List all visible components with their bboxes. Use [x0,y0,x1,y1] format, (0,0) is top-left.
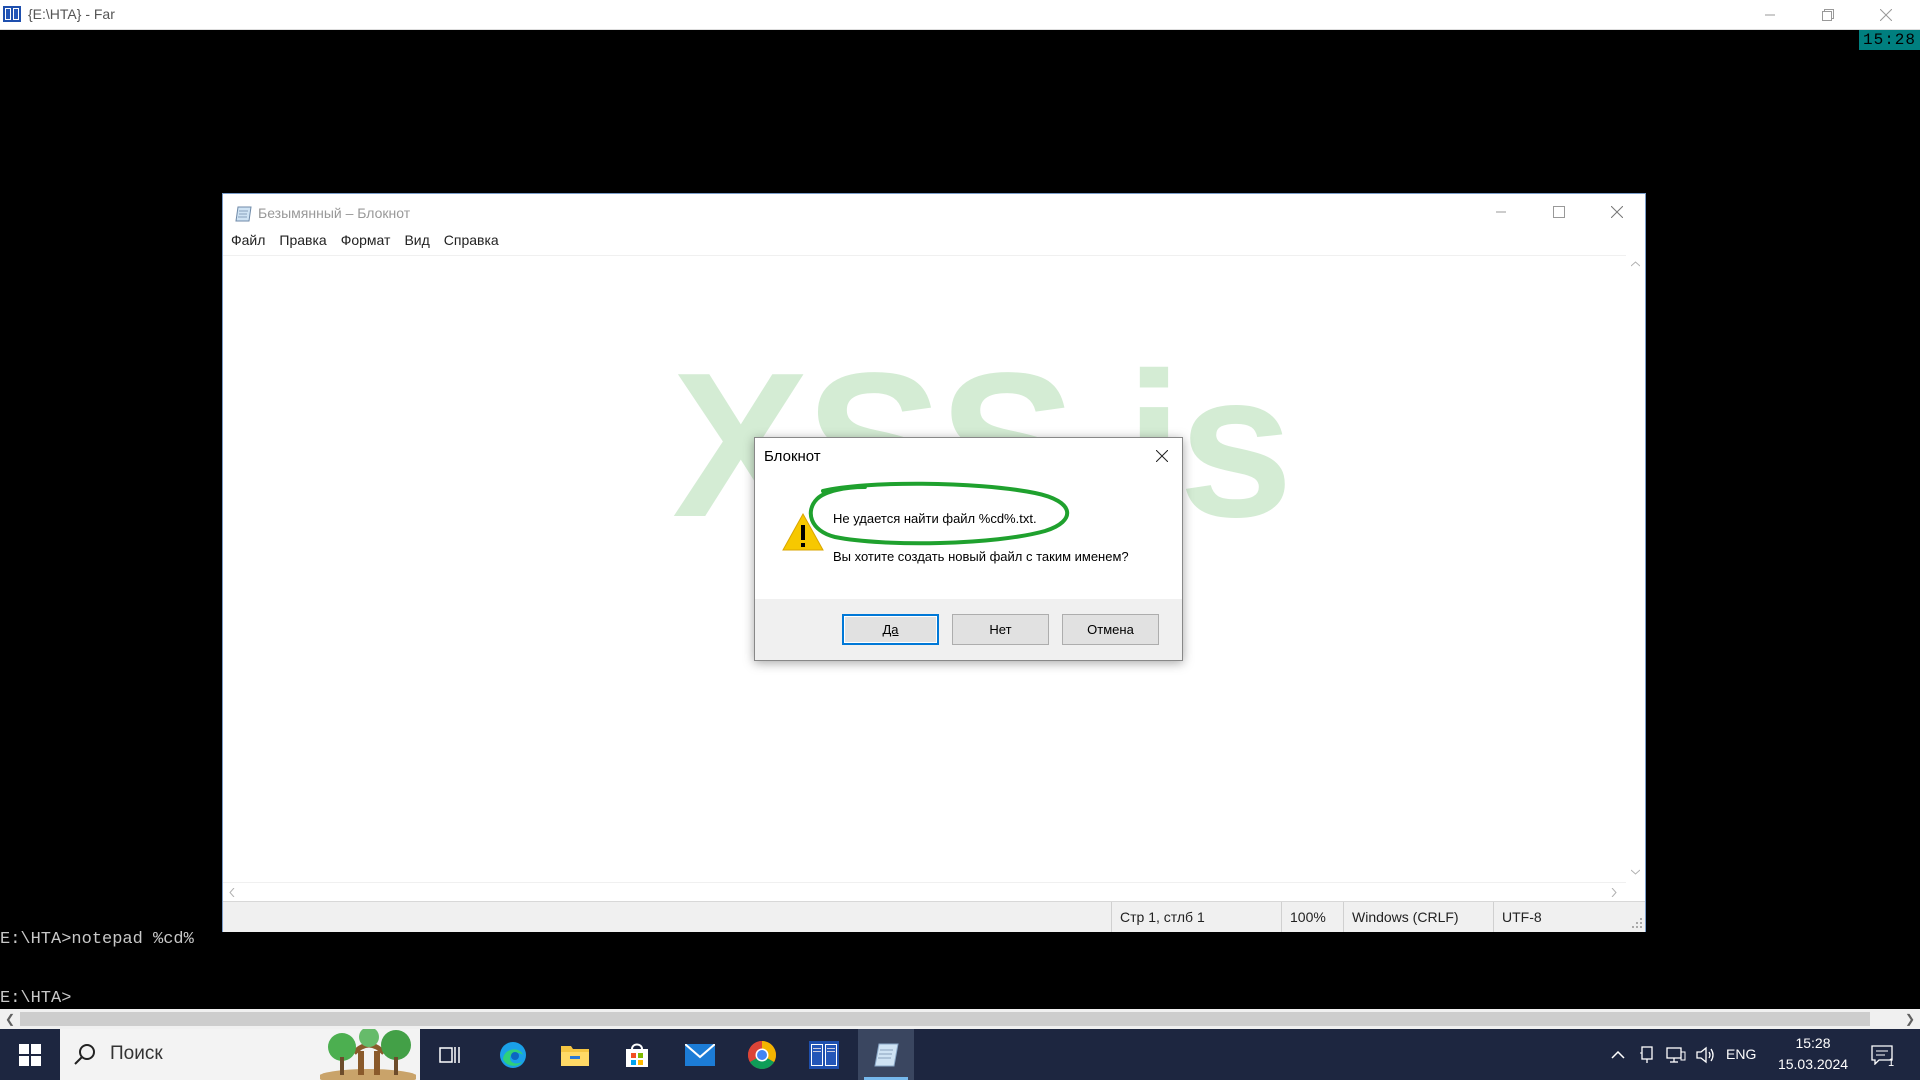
scroll-down-icon[interactable] [1631,869,1640,875]
resize-grip-icon[interactable] [1632,918,1643,929]
notepad-close-button[interactable] [1588,195,1646,229]
status-line-endings: Windows (CRLF) [1343,902,1493,932]
scroll-right-icon[interactable] [1611,888,1617,897]
speaker-icon [1696,1046,1714,1063]
minimize-icon [1496,211,1506,213]
mail-icon [685,1043,715,1066]
close-icon [1611,206,1623,218]
maximize-icon [1553,206,1565,218]
far-minimize-button[interactable] [1741,0,1799,29]
far-manager-icon [3,5,21,23]
menu-file[interactable]: Файл [231,230,265,250]
notepad-minimize-button[interactable] [1472,195,1530,229]
taskbar-store[interactable] [609,1029,665,1080]
scroll-left-icon[interactable] [229,888,235,897]
notification-count-badge: 1 [1888,1057,1895,1069]
menu-help[interactable]: Справка [444,230,499,250]
scroll-left-icon[interactable]: ❮ [0,1009,20,1029]
chevron-up-icon [1611,1050,1625,1059]
no-button[interactable]: Нет [952,614,1049,645]
console-horizontal-scrollbar[interactable]: ❮ ❯ [0,1009,1920,1029]
taskbar: Поиск ENG 15:28 15.03.2024 1 [0,1029,1920,1080]
tray-network-button[interactable] [1662,1029,1690,1080]
menu-view[interactable]: Вид [404,230,429,250]
usb-device-icon [1640,1045,1653,1063]
far-window-title: {E:\HTA} - Far [28,6,115,22]
tray-language-indicator[interactable]: ENG [1726,1046,1756,1062]
start-button[interactable] [0,1029,60,1080]
console-line-prompt[interactable]: E:\HTA> [0,989,71,1009]
notepad-maximize-button[interactable] [1530,195,1588,229]
notepad-vertical-scrollbar[interactable] [1626,255,1645,882]
close-icon [1156,450,1168,462]
dialog-title: Блокнот [764,448,821,465]
notepad-menubar: Файл Правка Формат Вид Справка [223,230,1645,250]
notepad-horizontal-scrollbar[interactable] [223,882,1626,901]
action-center-button[interactable] [1862,1029,1902,1080]
tray-clock-time[interactable]: 15:28 [1773,1035,1853,1051]
far-clock: 15:28 [1858,30,1920,50]
console-scrollbar-thumb[interactable] [20,1012,1870,1026]
yes-button[interactable]: Да [842,614,939,645]
taskbar-mail[interactable] [672,1029,728,1080]
chrome-icon [748,1040,776,1069]
store-icon [626,1043,648,1067]
far-close-button[interactable] [1857,0,1915,29]
taskbar-notepad[interactable] [858,1029,914,1080]
message-dialog[interactable]: Блокнот Не удается найти файл %cd%.txt. … [754,437,1183,661]
status-zoom: 100% [1281,902,1343,932]
restore-icon [1822,8,1834,21]
close-icon [1880,8,1892,21]
scroll-right-icon[interactable]: ❯ [1900,1009,1920,1029]
dialog-message-line2: Вы хотите создать новый файл с таким име… [833,549,1129,564]
status-encoding: UTF-8 [1493,902,1633,932]
taskbar-edge[interactable] [485,1029,541,1080]
taskbar-chrome[interactable] [734,1029,790,1080]
notepad-title: Безымянный – Блокнот [258,205,411,221]
search-highlight-illustration-icon [320,1029,416,1080]
far-manager-icon [809,1040,839,1069]
search-icon [74,1044,95,1065]
far-titlebar[interactable]: {E:\HTA} - Far [0,0,1920,30]
cancel-button[interactable]: Отмена [1062,614,1159,645]
edge-icon [500,1041,526,1068]
notepad-statusbar: Стр 1, стлб 1 100% Windows (CRLF) UTF-8 [223,901,1645,932]
dialog-close-button[interactable] [1147,442,1177,470]
notepad-icon [235,205,253,223]
tray-clock-date[interactable]: 15.03.2024 [1773,1056,1853,1072]
far-restore-button[interactable] [1799,0,1857,29]
minimize-icon [1765,14,1775,15]
tray-volume-button[interactable] [1692,1029,1720,1080]
scroll-up-icon[interactable] [1631,261,1640,267]
taskbar-search-box[interactable]: Поиск [60,1029,420,1080]
taskbar-far-manager[interactable] [796,1029,852,1080]
tray-show-hidden-button[interactable] [1604,1029,1632,1080]
task-view-icon [439,1046,460,1063]
taskbar-file-explorer[interactable] [547,1029,603,1080]
search-placeholder: Поиск [110,1043,163,1064]
tray-device-button[interactable] [1634,1029,1660,1080]
network-icon [1666,1046,1686,1063]
console-line-command: E:\HTA>notepad %cd% [0,930,194,949]
taskbar-task-view[interactable] [422,1029,478,1080]
windows-logo-icon [19,1043,41,1066]
menu-edit[interactable]: Правка [279,230,326,250]
menu-format[interactable]: Формат [341,230,391,250]
highlight-ellipse-annotation [808,481,1069,546]
file-explorer-icon [561,1045,589,1066]
notepad-icon [874,1043,899,1066]
status-cursor-position: Стр 1, стлб 1 [1111,902,1281,932]
